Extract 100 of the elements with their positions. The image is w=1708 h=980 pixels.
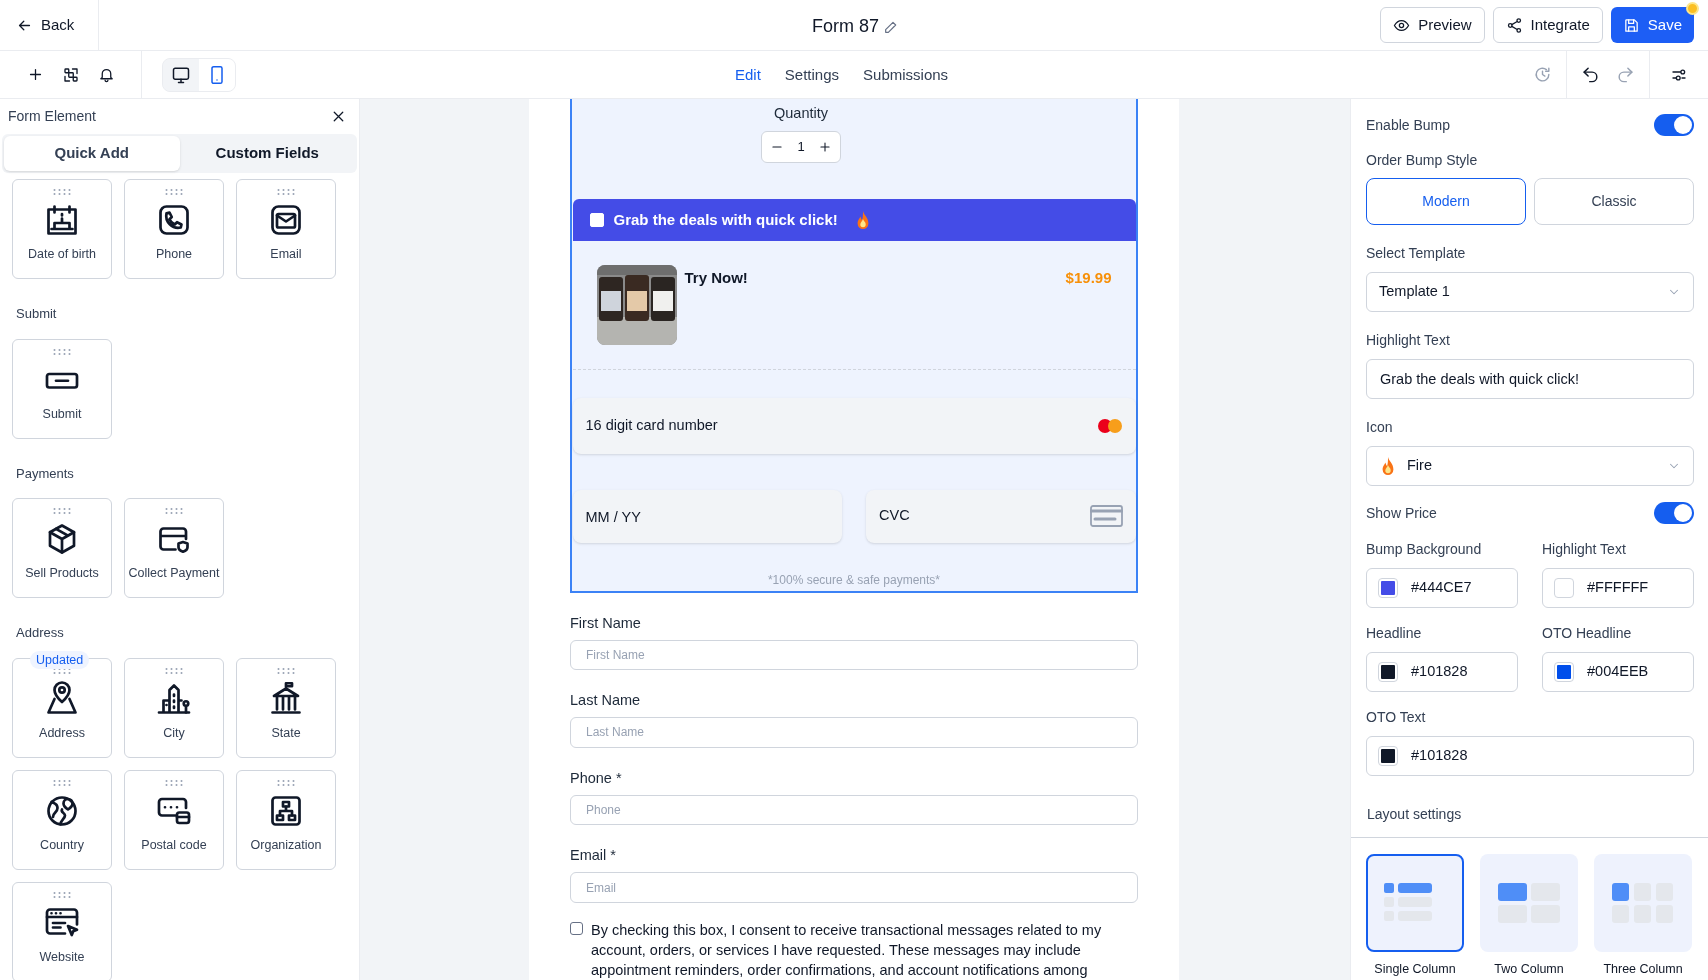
- drag-handle-icon[interactable]: [164, 667, 184, 674]
- element-label: State: [271, 724, 301, 742]
- scan-icon[interactable]: [62, 65, 80, 84]
- toggle-switch[interactable]: [1654, 114, 1694, 136]
- drag-handle-icon[interactable]: [164, 508, 184, 514]
- element-card[interactable]: Organization: [236, 769, 336, 870]
- element-card[interactable]: Country: [12, 769, 112, 870]
- panel-title: Form Element: [8, 107, 96, 126]
- editor-tab[interactable]: Edit: [735, 61, 761, 89]
- setting-label: Bump Background: [1366, 540, 1483, 559]
- select-field[interactable]: Template 1: [1366, 272, 1694, 312]
- layout-label: Three Column: [1603, 961, 1683, 978]
- element-card[interactable]: Email: [236, 179, 336, 279]
- drag-handle-icon[interactable]: [276, 189, 296, 195]
- card-brand-icon: [1096, 417, 1123, 434]
- element-label: Country: [40, 836, 84, 854]
- element-card[interactable]: Date of birth: [12, 179, 112, 279]
- save-button[interactable]: Save: [1610, 7, 1694, 43]
- phone-icon: [156, 202, 192, 238]
- back-button[interactable]: Back: [0, 13, 91, 37]
- form-title: Form 87: [812, 15, 880, 38]
- bell-icon[interactable]: [98, 66, 115, 83]
- preview-button[interactable]: Preview: [1380, 7, 1485, 43]
- device-toggle[interactable]: [199, 58, 235, 91]
- element-label: Phone: [155, 246, 193, 263]
- drag-handle-icon[interactable]: [164, 189, 184, 195]
- quantity-label: Quantity: [774, 104, 828, 123]
- layout-option[interactable]: [1480, 854, 1578, 952]
- setting-label: OTO Headline: [1542, 624, 1633, 643]
- card-number-field[interactable]: 16 digit card number: [572, 397, 1136, 454]
- select-field[interactable]: Fire: [1366, 446, 1694, 486]
- expiry-field[interactable]: MM / YY: [572, 489, 842, 543]
- text-field[interactable]: Email: [570, 872, 1138, 903]
- setting-label: Highlight Text: [1542, 540, 1627, 559]
- drag-handle-icon[interactable]: [52, 891, 72, 898]
- secure-note: *100% secure & safe payments*: [767, 571, 941, 589]
- drag-handle-icon[interactable]: [52, 779, 72, 786]
- element-card[interactable]: Submit: [12, 338, 112, 439]
- section-heading: Layout settings: [1351, 804, 1708, 838]
- layout-label: Two Column: [1494, 961, 1564, 978]
- credit-card-icon: [1089, 504, 1123, 529]
- style-option[interactable]: Classic: [1534, 178, 1694, 225]
- section-heading: Payments: [15, 464, 75, 483]
- element-card[interactable]: City: [124, 657, 224, 758]
- drag-handle-icon[interactable]: [52, 508, 72, 514]
- add-icon[interactable]: [27, 66, 44, 83]
- element-card[interactable]: State: [236, 657, 336, 758]
- element-label: Collect Payment: [128, 565, 220, 582]
- product-price: $19.99: [1065, 267, 1112, 288]
- panel-tab[interactable]: Quick Add: [4, 136, 180, 171]
- element-card[interactable]: Phone: [124, 179, 224, 279]
- selected-block[interactable]: Quantity 1 Grab the deals with quick click! Try Now! $19.99 16 digit card number MM / YY CVC *100% secure & safe payments*: [570, 99, 1138, 593]
- setting-label: Headline: [1366, 624, 1423, 643]
- color-field[interactable]: #444CE7: [1366, 568, 1518, 608]
- section-heading: Address: [15, 624, 65, 642]
- cvc-field[interactable]: CVC: [866, 489, 1136, 543]
- color-field[interactable]: #101828: [1366, 652, 1518, 692]
- setting-label: Select Template: [1366, 244, 1467, 263]
- element-label: Email: [270, 246, 302, 263]
- drag-handle-icon[interactable]: [276, 779, 296, 786]
- drag-handle-icon[interactable]: [164, 779, 184, 786]
- text-field[interactable]: Last Name: [570, 717, 1138, 748]
- history-icon[interactable]: [1533, 65, 1552, 84]
- editor-tab[interactable]: Settings: [784, 61, 840, 89]
- element-card[interactable]: Postal code: [124, 769, 224, 870]
- text-field[interactable]: First Name: [570, 639, 1138, 671]
- drag-handle-icon[interactable]: [276, 667, 296, 674]
- element-label: City: [163, 724, 185, 742]
- field-label: Last Name: [570, 691, 642, 711]
- consent-checkbox[interactable]: [570, 922, 583, 935]
- panel-tab[interactable]: Custom Fields: [179, 136, 355, 171]
- undo-icon[interactable]: [1581, 65, 1600, 84]
- bump-checkbox[interactable]: [589, 212, 604, 227]
- product-title: Try Now!: [684, 267, 748, 288]
- setting-label: Highlight Text: [1366, 331, 1451, 350]
- setting-label: OTO Text: [1366, 708, 1427, 727]
- text-field[interactable]: Phone: [570, 794, 1138, 826]
- drag-handle-icon[interactable]: [52, 348, 72, 355]
- text-field[interactable]: Grab the deals with quick click!: [1366, 359, 1694, 399]
- element-card[interactable]: Sell Products: [12, 498, 112, 598]
- layout-option[interactable]: [1366, 854, 1464, 952]
- color-field[interactable]: #004EEB: [1542, 652, 1694, 692]
- toggle-switch[interactable]: [1654, 502, 1694, 524]
- element-card[interactable]: Collect Payment: [124, 498, 224, 598]
- bump-headline: Grab the deals with quick click!: [613, 209, 838, 230]
- drag-handle-icon[interactable]: [52, 189, 72, 195]
- color-field[interactable]: #101828: [1366, 736, 1694, 776]
- setting-label: Enable Bump: [1366, 115, 1451, 135]
- layout-option[interactable]: [1594, 854, 1692, 952]
- quantity-stepper[interactable]: 1: [761, 130, 841, 163]
- style-option[interactable]: Modern: [1366, 178, 1526, 225]
- integrate-button[interactable]: Integrate: [1492, 7, 1603, 43]
- plus-icon[interactable]: [818, 139, 832, 154]
- color-field[interactable]: #FFFFFF: [1542, 568, 1694, 608]
- element-card[interactable]: Website: [12, 881, 112, 980]
- field-label: Phone *: [570, 768, 623, 788]
- field-label: Email *: [570, 846, 617, 866]
- consent-text: By checking this box, I consent to receive transactional messages related to my account, orders, or services I have requested. These messages may include appointment reminders, order confirmations, and account notifications among: [591, 921, 1103, 980]
- element-label: Date of birth: [27, 246, 97, 263]
- editor-tab[interactable]: Submissions: [863, 61, 949, 89]
